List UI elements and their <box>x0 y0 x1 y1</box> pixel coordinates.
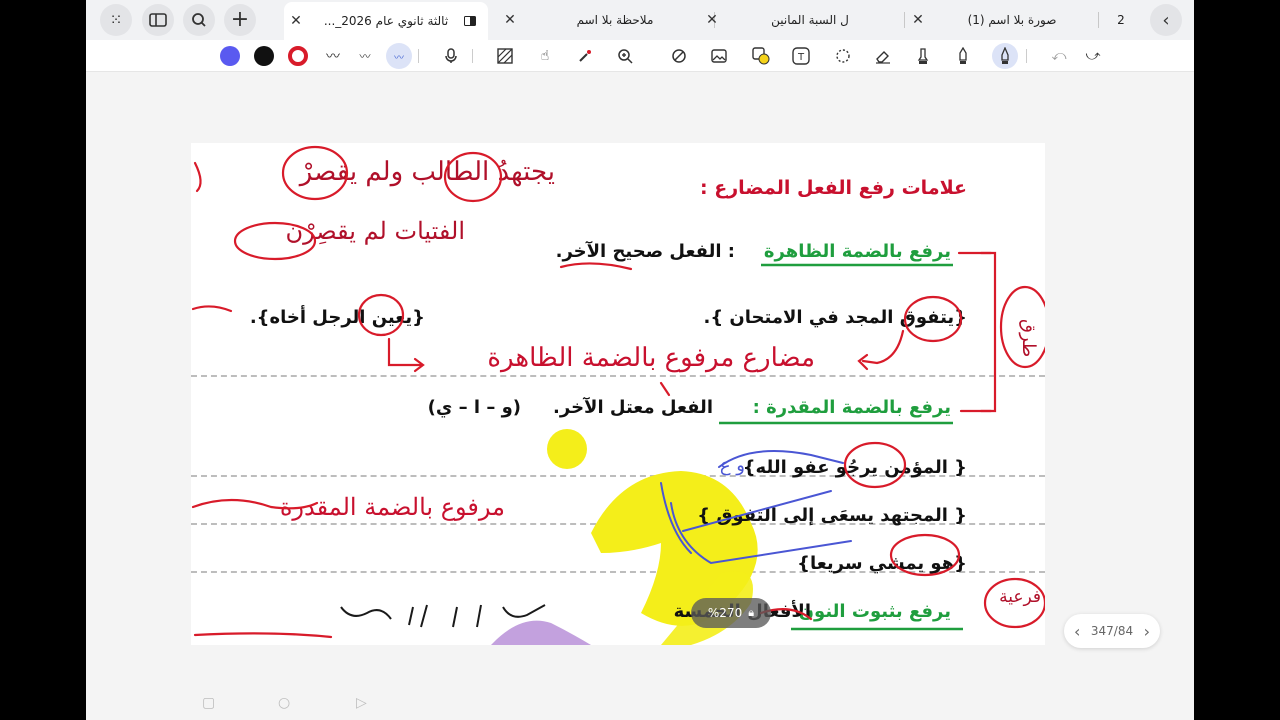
back-icon[interactable]: ▷ <box>356 695 367 711</box>
toolbar-divider <box>418 49 419 63</box>
notebook-icon <box>464 16 480 26</box>
page-navigator: ‹ 347/84 › <box>1064 614 1160 648</box>
close-icon[interactable]: ✕ <box>284 13 308 29</box>
drawing-toolbar: 〰 〰 〰 ☝ T ⤺ ⤻ <box>86 40 1194 72</box>
pen-thickness-thin-icon[interactable]: 〰 <box>386 43 412 69</box>
next-page-icon[interactable]: › <box>1144 622 1150 641</box>
tab-untitled-image[interactable]: ✕ صورة بلا اسم (1) <box>906 4 1094 36</box>
app-screen: ⁙ + ✕ ثالثة ثانوي عام 2026_... ✕ ملاحظة … <box>86 0 1194 720</box>
sidebar-icon <box>149 13 167 27</box>
touch-draw-off-icon[interactable]: ☝ <box>534 45 556 67</box>
zoom-label: %270 <box>707 606 743 620</box>
home-icon[interactable]: ○ <box>278 695 290 711</box>
tab-untitled-note[interactable]: ✕ ملاحظة بلا اسم <box>498 4 708 36</box>
close-icon[interactable]: ✕ <box>906 12 930 28</box>
color-swatch-black[interactable] <box>254 46 274 66</box>
marker-icon[interactable] <box>952 45 974 67</box>
document-page[interactable]: علامات رفع الفعل المضارع : يرفع بالضمة ا… <box>191 143 1045 645</box>
tab-title: صورة بلا اسم (1) <box>967 13 1057 27</box>
text-box-icon[interactable]: T <box>790 45 812 67</box>
close-icon[interactable]: ✕ <box>498 12 522 28</box>
apps-grid-button[interactable]: ⁙ <box>100 4 132 36</box>
new-tab-button[interactable]: + <box>224 4 256 36</box>
undo-icon[interactable]: ⤺ <box>1048 45 1070 67</box>
tab-notebook-active[interactable]: ✕ ثالثة ثانوي عام 2026_... <box>284 2 488 40</box>
plus-icon: + <box>230 7 250 32</box>
magic-eraser-icon[interactable] <box>574 45 596 67</box>
system-nav-bar: ▢ ○ ▷ <box>86 686 1194 720</box>
tab-third[interactable]: ✕ ل السبة المانين <box>700 4 896 36</box>
tab-overflow[interactable]: 2 <box>1106 4 1136 36</box>
tab-divider <box>1098 12 1099 28</box>
microphone-icon[interactable] <box>440 45 462 67</box>
chevron-left-icon: ‹ <box>1162 9 1170 31</box>
recent-apps-icon[interactable]: ▢ <box>202 695 215 711</box>
pen-thickness-medium-icon[interactable]: 〰 <box>354 45 376 67</box>
sidebar-toggle-button[interactable] <box>142 4 174 36</box>
eraser-icon[interactable] <box>872 45 894 67</box>
shape-tool-icon[interactable] <box>668 45 690 67</box>
hatch-pattern-icon[interactable] <box>494 45 516 67</box>
zoom-in-icon[interactable] <box>614 45 636 67</box>
svg-text:T: T <box>797 52 805 63</box>
image-insert-icon[interactable] <box>708 45 730 67</box>
close-icon[interactable]: ✕ <box>700 12 724 28</box>
prev-page-icon[interactable]: ‹ <box>1074 622 1080 641</box>
zoom-indicator: %270 🔒︎ <box>691 598 771 628</box>
sticker-icon[interactable] <box>750 45 772 67</box>
grid-icon: ⁙ <box>109 11 123 29</box>
search-button[interactable] <box>183 4 215 36</box>
color-swatch-red[interactable] <box>288 46 308 66</box>
page-counter: 347/84 <box>1090 624 1134 638</box>
pen-thickness-thick-icon[interactable]: 〰 <box>322 45 344 67</box>
lock-icon[interactable]: 🔒︎ <box>748 606 754 620</box>
tab-title: ثالثة ثانوي عام 2026_... <box>323 14 449 28</box>
color-swatch-blue[interactable] <box>220 46 240 66</box>
lasso-icon[interactable] <box>832 45 854 67</box>
pen-icon[interactable] <box>992 43 1018 69</box>
tab-title: ل السبة المانين <box>771 13 849 27</box>
redo-icon[interactable]: ⤻ <box>1082 45 1104 67</box>
search-icon <box>192 13 206 27</box>
toolbar-divider <box>472 49 473 63</box>
tab-title: 2 <box>1117 13 1125 27</box>
tab-bar: ⁙ + ✕ ثالثة ثانوي عام 2026_... ✕ ملاحظة … <box>86 0 1194 40</box>
tab-divider <box>904 12 905 28</box>
tabs-back-button[interactable]: ‹ <box>1150 4 1182 36</box>
tab-title: ملاحظة بلا اسم <box>576 13 654 27</box>
ink-layer <box>191 145 1045 639</box>
highlighter-icon[interactable] <box>912 45 934 67</box>
toolbar-divider <box>1026 49 1027 63</box>
